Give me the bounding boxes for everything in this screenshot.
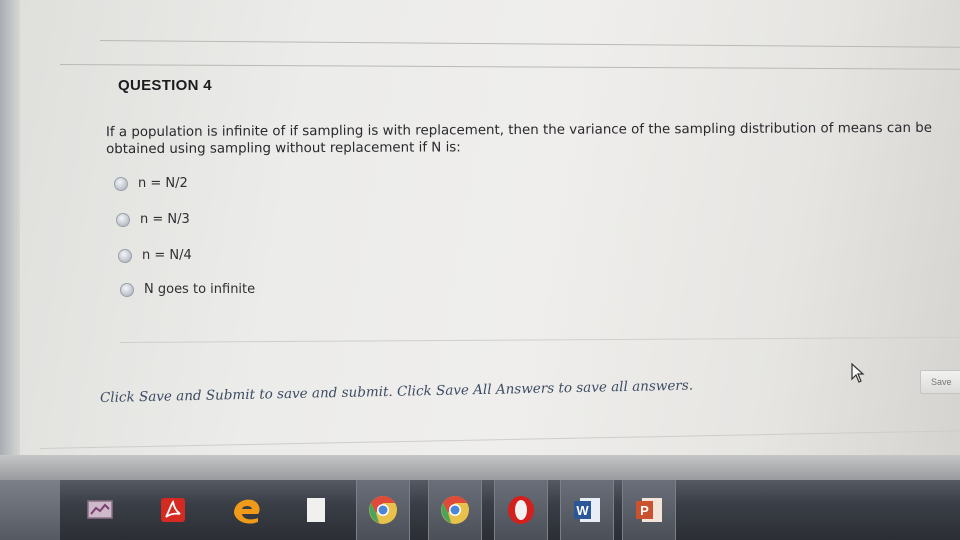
divider-question [59, 64, 960, 70]
option-label: n = N/3 [140, 212, 190, 227]
edge-browser-icon [234, 499, 260, 524]
divider-bottom [119, 336, 960, 343]
monitor-icon [87, 500, 113, 519]
save-button[interactable]: Save [920, 370, 960, 394]
option-label: N goes to infinite [144, 282, 256, 297]
taskbar-app-chrome-2[interactable] [428, 480, 482, 540]
radio-button[interactable] [118, 248, 132, 263]
option-4[interactable]: N goes to infinite [120, 282, 255, 297]
adobe-reader-icon [161, 498, 185, 522]
chrome-icon [441, 496, 469, 524]
taskbar: W P [0, 480, 960, 540]
option-label: n = N/4 [142, 248, 192, 263]
file-icon [307, 498, 325, 522]
option-1[interactable]: n = N/2 [114, 176, 188, 191]
question-title: QUESTION 4 [118, 77, 212, 94]
taskbar-app-chrome-1[interactable] [356, 480, 410, 540]
taskbar-app-file[interactable] [298, 480, 334, 540]
chrome-icon [369, 496, 397, 524]
taskbar-app-adobe[interactable] [150, 480, 196, 540]
start-area[interactable] [0, 480, 60, 540]
opera-icon [508, 496, 534, 524]
divider-top [99, 40, 960, 48]
powerpoint-icon: P [636, 498, 662, 522]
question-text: If a population is infinite of if sampli… [105, 120, 932, 158]
radio-button[interactable] [120, 282, 134, 297]
option-2[interactable]: n = N/3 [116, 212, 190, 227]
taskbar-app-edge[interactable] [222, 480, 272, 540]
mouse-cursor-icon [851, 362, 865, 383]
svg-text:W: W [576, 503, 589, 518]
option-3[interactable]: n = N/4 [118, 248, 192, 263]
divider-footer [39, 430, 960, 449]
taskbar-app-monitor[interactable] [80, 480, 120, 540]
taskbar-app-powerpoint[interactable]: P [622, 480, 676, 540]
option-label: n = N/2 [138, 176, 188, 191]
screen: QUESTION 4 If a population is infinite o… [0, 0, 960, 540]
svg-text:P: P [640, 503, 649, 518]
radio-button[interactable] [114, 176, 128, 191]
window-left-edge [0, 0, 20, 500]
radio-button[interactable] [116, 212, 130, 227]
taskbar-app-word[interactable]: W [560, 480, 614, 540]
word-icon: W [574, 498, 600, 522]
taskbar-app-opera[interactable] [494, 480, 548, 540]
